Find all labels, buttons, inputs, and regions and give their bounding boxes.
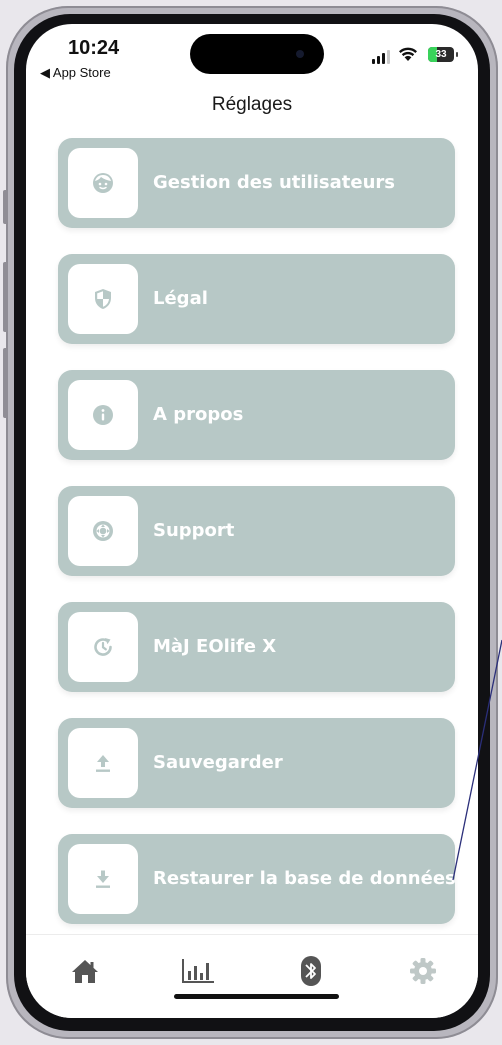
annotation-line [452,639,502,881]
